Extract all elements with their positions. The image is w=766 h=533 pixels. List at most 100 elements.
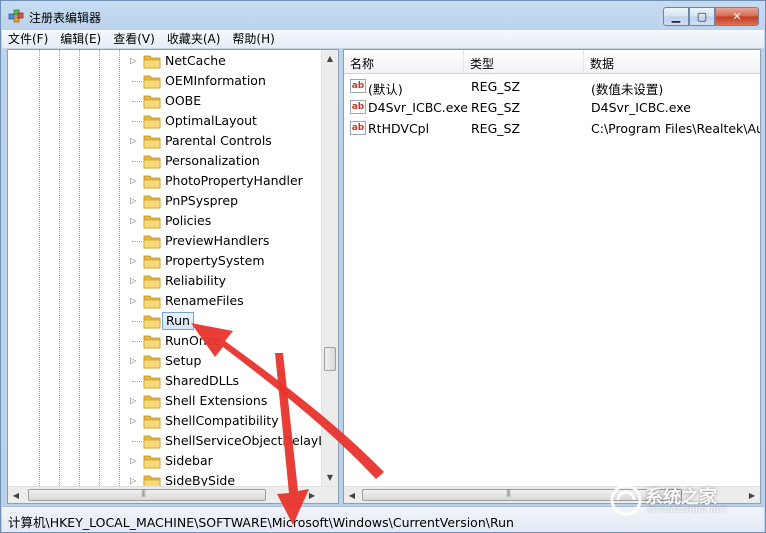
tree-item[interactable]: ▷ PnPSysprep [130, 191, 325, 211]
close-button[interactable]: ✕ [715, 7, 759, 26]
tree-item[interactable]: OEMInformation [130, 71, 325, 91]
tree-item[interactable]: ▷ Setup [130, 351, 325, 371]
menu-view[interactable]: 查看(V) [107, 30, 161, 49]
tree-item-label: RenameFiles [165, 293, 244, 308]
value-name: RtHDVCpl [368, 121, 430, 136]
tree-item-label: PreviewHandlers [165, 233, 270, 248]
menu-file[interactable]: 文件(F) [2, 30, 54, 49]
tree-connector [132, 241, 142, 242]
tree-item-label: OOBE [165, 93, 202, 108]
minimize-button[interactable]: ▁ [663, 7, 689, 26]
column-name[interactable]: 名称 [344, 50, 464, 74]
maximize-button[interactable]: ▢ [689, 7, 715, 26]
value-row[interactable]: ab (默认) REG_SZ (数值未设置) [344, 76, 760, 97]
tree-item[interactable]: RunOnce [130, 331, 325, 351]
scroll-left-icon[interactable]: ◀ [344, 487, 360, 503]
tree-item[interactable]: ▷ Policies [130, 211, 325, 231]
folder-icon [143, 215, 161, 229]
expand-arrow-icon[interactable]: ▷ [130, 195, 139, 207]
tree-item-label: SharedDLLs [165, 373, 240, 388]
key-tree-pane[interactable]: ▷ NetCache OEMInformation OOBE OptimalLayout… [7, 49, 339, 504]
tree-item-label: RunOnce [165, 333, 222, 348]
expand-arrow-icon[interactable]: ▷ [130, 415, 139, 427]
registry-editor-window: 注册表编辑器 ▁ ▢ ✕ 文件(F) 编辑(E) 查看(V) 收藏夹(A) 帮助… [0, 0, 766, 533]
tree-item-label: Sidebar [165, 453, 213, 468]
status-path: 计算机\HKEY_LOCAL_MACHINE\SOFTWARE\Microsof… [8, 515, 514, 530]
folder-icon [143, 455, 161, 469]
expand-arrow-icon[interactable]: ▷ [130, 255, 139, 267]
tree-item[interactable]: OptimalLayout [130, 111, 325, 131]
menu-bar: 文件(F) 编辑(E) 查看(V) 收藏夹(A) 帮助(H) [2, 30, 764, 49]
tree-item-label: OptimalLayout [165, 113, 257, 128]
tree-connector [132, 121, 142, 122]
title-bar[interactable]: 注册表编辑器 ▁ ▢ ✕ [1, 1, 765, 31]
expand-arrow-icon[interactable]: ▷ [130, 355, 139, 367]
folder-icon [143, 415, 161, 429]
tree-item[interactable]: ▷ PropertySystem [130, 251, 325, 271]
expand-arrow-icon[interactable]: ▷ [130, 55, 139, 67]
value-name: D4Svr_ICBC.exe [368, 100, 468, 115]
tree-item[interactable]: ▷ ShellCompatibility [130, 411, 325, 431]
tree-item-label: ShellCompatibility [165, 413, 279, 428]
tree-item-label: NetCache [165, 53, 226, 68]
folder-icon [143, 315, 161, 329]
folder-icon [143, 75, 161, 89]
menu-edit[interactable]: 编辑(E) [54, 30, 107, 49]
tree-connector [132, 441, 142, 442]
tree-item-label: OEMInformation [165, 73, 266, 88]
folder-icon [143, 335, 161, 349]
tree-item[interactable]: ▷ PhotoPropertyHandler [130, 171, 325, 191]
tree-item[interactable]: Run [130, 311, 325, 331]
column-data[interactable]: 数据 [584, 50, 760, 74]
tree-vertical-scroll-thumb[interactable] [324, 347, 336, 371]
tree-item[interactable]: ▷ NetCache [130, 51, 325, 71]
folder-icon [143, 355, 161, 369]
tree-item[interactable]: ShellServiceObjectDelayLoad [130, 431, 338, 451]
tree-item-label: Reliability [165, 273, 227, 288]
tree-horizontal-scrollbar[interactable]: ◀ ||| ▶ [8, 486, 338, 503]
tree-item-label: Personalization [165, 153, 260, 168]
value-type: REG_SZ [471, 121, 521, 136]
value-row[interactable]: ab RtHDVCpl REG_SZ C:\Program Files\Realtek… [344, 118, 760, 139]
menu-favorites[interactable]: 收藏夹(A) [161, 30, 227, 49]
expand-arrow-icon[interactable]: ▷ [130, 275, 139, 287]
tree-item[interactable]: ▷ Shell Extensions [130, 391, 325, 411]
tree-item[interactable]: ▷ Reliability [130, 271, 325, 291]
scroll-down-icon[interactable]: ▼ [322, 469, 338, 486]
tree-item[interactable]: ▷ Parental Controls [130, 131, 325, 151]
tree-item[interactable]: ▷ RenameFiles [130, 291, 325, 311]
expand-arrow-icon[interactable]: ▷ [130, 135, 139, 147]
tree-item[interactable]: PreviewHandlers [130, 231, 325, 251]
folder-icon [143, 95, 161, 109]
folder-icon [143, 275, 161, 289]
watermark-subtext: XITONGZHIJIA.NET [647, 506, 728, 514]
value-list-pane[interactable]: 名称 类型 数据 ab (默认) REG_SZ (数值未设置) ab D4Svr_ICBC… [343, 49, 761, 504]
tree-horizontal-scroll-thumb[interactable] [28, 489, 266, 501]
watermark-logo: 系统之家 XITONGZHIJIA.NET [607, 481, 765, 521]
tree-item-label: PnPSysprep [165, 193, 239, 208]
scroll-left-icon[interactable]: ◀ [8, 487, 24, 503]
scroll-right-icon[interactable]: ▶ [304, 487, 320, 503]
expand-arrow-icon[interactable]: ▷ [130, 295, 139, 307]
expand-arrow-icon[interactable]: ▷ [130, 215, 139, 227]
menu-help[interactable]: 帮助(H) [226, 30, 280, 49]
tree-item[interactable]: SharedDLLs [130, 371, 325, 391]
tree-connector [132, 101, 142, 102]
value-row[interactable]: ab D4Svr_ICBC.exe REG_SZ D4Svr_ICBC.exe [344, 97, 760, 118]
tree-item[interactable]: ▷ Sidebar [130, 451, 325, 471]
column-type[interactable]: 类型 [464, 50, 584, 74]
tree-item[interactable]: OOBE [130, 91, 325, 111]
scroll-up-icon[interactable]: ▲ [322, 50, 338, 67]
folder-icon [143, 55, 161, 69]
value-name: (默认) [368, 82, 403, 97]
expand-arrow-icon[interactable]: ▷ [130, 175, 139, 187]
folder-icon [143, 175, 161, 189]
expand-arrow-icon[interactable]: ▷ [130, 455, 139, 467]
folder-icon [143, 375, 161, 389]
tree-vertical-scrollbar[interactable]: ▲ ▼ [321, 50, 338, 486]
tree-item[interactable]: Personalization [130, 151, 325, 171]
expand-arrow-icon[interactable]: ▷ [130, 395, 139, 407]
folder-icon [143, 195, 161, 209]
list-header: 名称 类型 数据 [344, 50, 760, 74]
tree-item-label: Setup [165, 353, 202, 368]
